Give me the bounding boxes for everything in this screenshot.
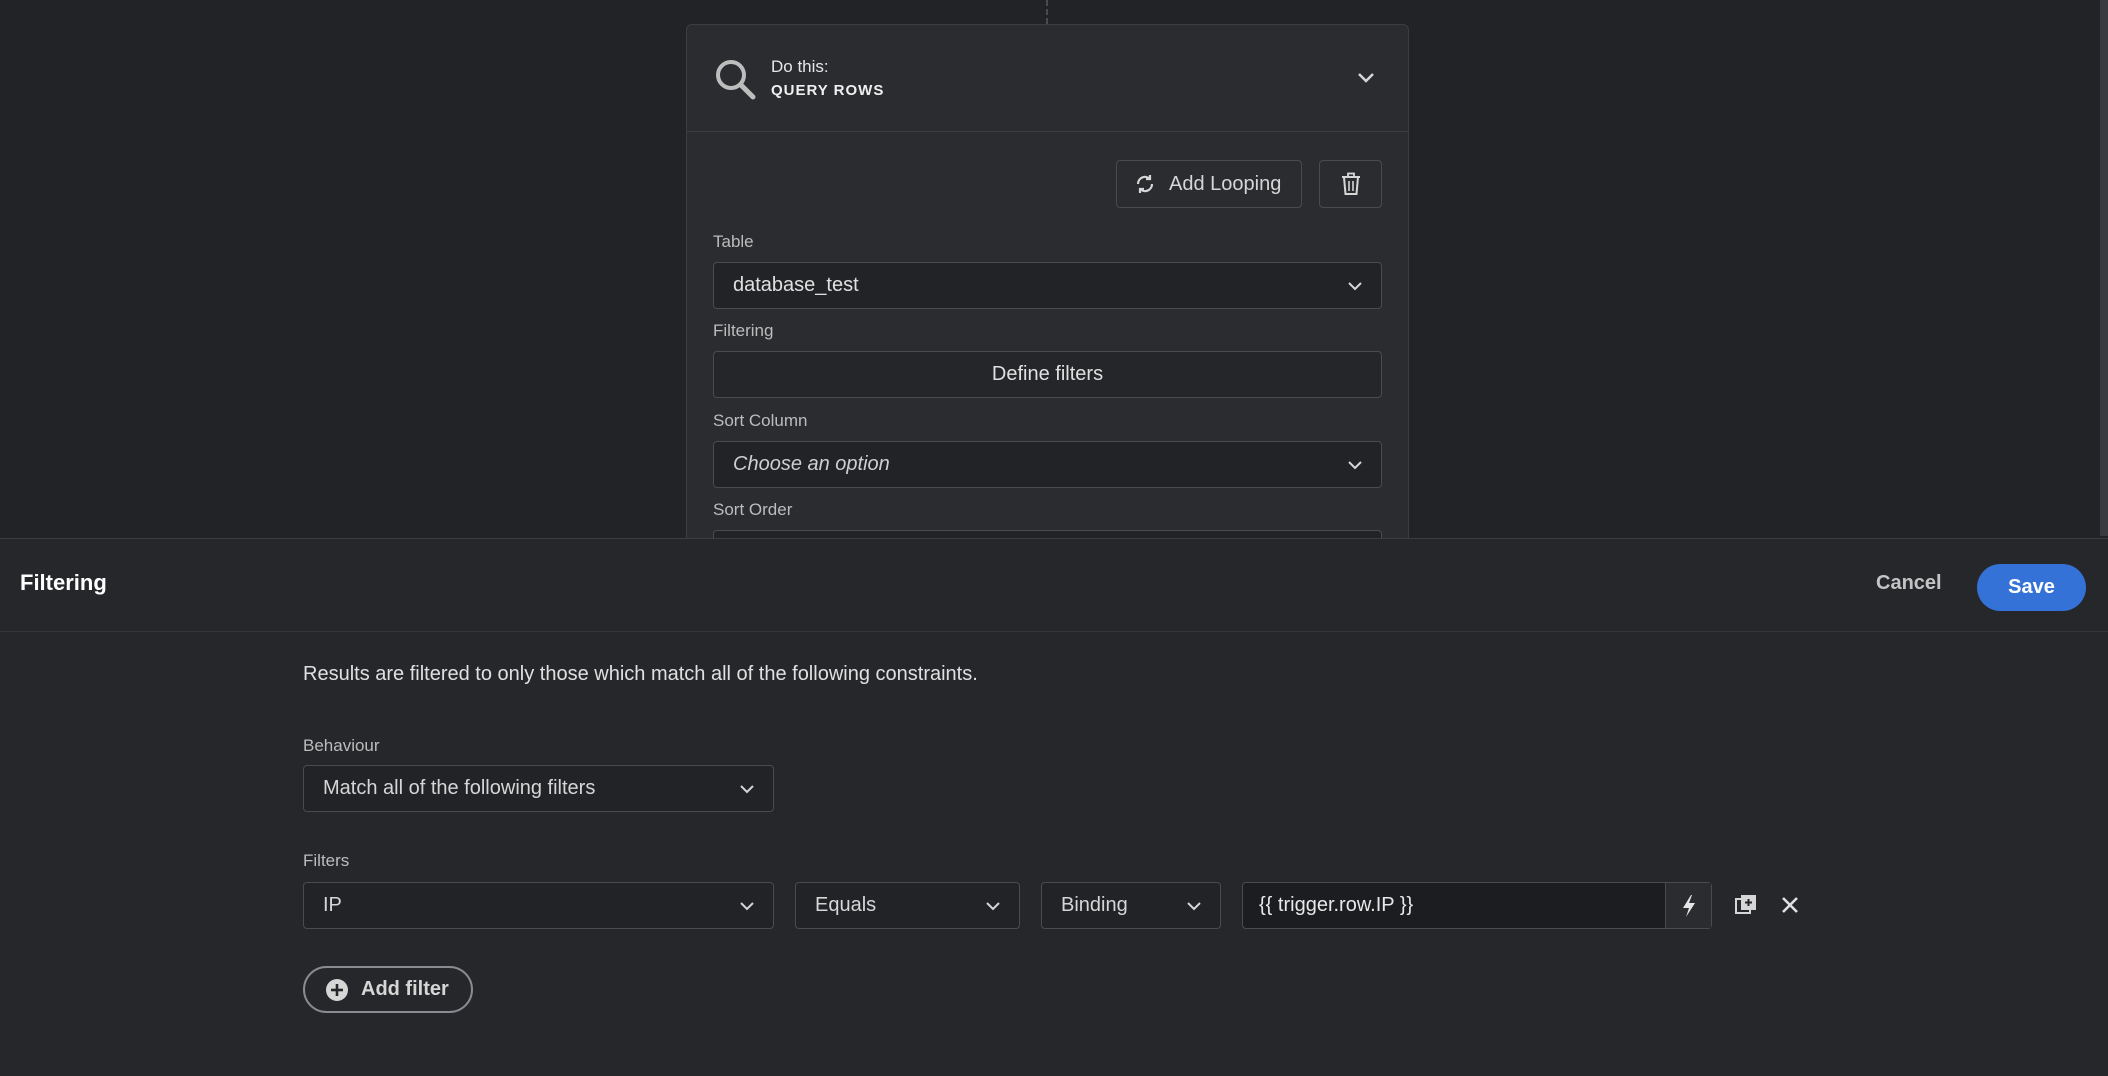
trash-icon bbox=[1341, 172, 1360, 195]
filter-field-select[interactable]: IP bbox=[303, 882, 774, 929]
filtering-drawer: Filtering Cancel Save Results are filter… bbox=[0, 538, 2108, 1076]
add-filter-button[interactable]: Add filter bbox=[303, 966, 473, 1013]
chevron-down-icon bbox=[1187, 902, 1201, 911]
chevron-down-icon[interactable] bbox=[1354, 65, 1378, 89]
close-icon bbox=[1782, 897, 1798, 913]
add-filter-label: Add filter bbox=[361, 978, 449, 1000]
filter-binding-input[interactable]: {{ trigger.row.IP }} bbox=[1242, 882, 1712, 929]
table-label: Table bbox=[713, 232, 754, 251]
filter-field-value: IP bbox=[323, 894, 342, 916]
filters-label: Filters bbox=[303, 851, 350, 870]
table-select[interactable]: database_test bbox=[713, 262, 1382, 309]
automation-canvas: Do this: QUERY ROWS Add Looping Table da… bbox=[0, 0, 2108, 538]
binding-drawer-button[interactable] bbox=[1665, 883, 1711, 928]
sort-column-select[interactable]: Choose an option bbox=[713, 441, 1382, 488]
filter-binding-value[interactable]: {{ trigger.row.IP }} bbox=[1243, 883, 1665, 928]
chevron-down-icon bbox=[986, 902, 1000, 911]
loop-icon bbox=[1136, 175, 1154, 193]
sort-column-label: Sort Column bbox=[713, 411, 808, 430]
sort-column-placeholder: Choose an option bbox=[733, 453, 890, 475]
behaviour-select[interactable]: Match all of the following filters bbox=[303, 765, 774, 812]
duplicate-filter-button[interactable] bbox=[1731, 890, 1761, 920]
plus-circle-icon bbox=[326, 978, 348, 1001]
do-this-label: Do this: bbox=[771, 57, 829, 76]
step-header[interactable]: Do this: QUERY ROWS bbox=[687, 25, 1408, 132]
add-looping-label: Add Looping bbox=[1169, 172, 1282, 195]
query-rows-step-card: Do this: QUERY ROWS Add Looping Table da… bbox=[686, 24, 1409, 538]
search-icon bbox=[716, 60, 756, 100]
filter-description: Results are filtered to only those which… bbox=[303, 663, 978, 685]
sort-order-select[interactable] bbox=[713, 530, 1382, 538]
lightning-icon bbox=[1682, 894, 1695, 917]
chevron-down-icon bbox=[740, 902, 754, 911]
remove-filter-button[interactable] bbox=[1775, 890, 1805, 920]
table-value: database_test bbox=[733, 274, 859, 296]
drawer-header: Filtering Cancel Save bbox=[0, 539, 2108, 632]
chevron-down-icon bbox=[1348, 282, 1362, 291]
duplicate-icon bbox=[1735, 895, 1756, 914]
filter-value-type-select[interactable]: Binding bbox=[1041, 882, 1221, 929]
define-filters-label: Define filters bbox=[991, 363, 1104, 385]
step-connector-line bbox=[1046, 0, 1048, 24]
filtering-label: Filtering bbox=[713, 321, 774, 340]
action-name: QUERY ROWS bbox=[771, 82, 885, 99]
behaviour-value: Match all of the following filters bbox=[323, 777, 596, 799]
drawer-title: Filtering bbox=[20, 570, 107, 595]
cancel-button[interactable]: Cancel bbox=[1876, 572, 1942, 595]
chevron-down-icon bbox=[1348, 461, 1362, 470]
sort-order-label: Sort Order bbox=[713, 500, 793, 519]
filter-operator-select[interactable]: Equals bbox=[795, 882, 1020, 929]
delete-step-button[interactable] bbox=[1319, 160, 1382, 208]
save-button[interactable]: Save bbox=[1977, 564, 2086, 611]
filter-value-type: Binding bbox=[1061, 894, 1128, 916]
chevron-down-icon bbox=[740, 785, 754, 794]
add-looping-button[interactable]: Add Looping bbox=[1116, 160, 1302, 208]
behaviour-label: Behaviour bbox=[303, 736, 380, 755]
canvas-scrollbar[interactable] bbox=[2100, 0, 2108, 536]
define-filters-button[interactable]: Define filters bbox=[713, 351, 1382, 398]
filter-operator-value: Equals bbox=[815, 894, 877, 916]
